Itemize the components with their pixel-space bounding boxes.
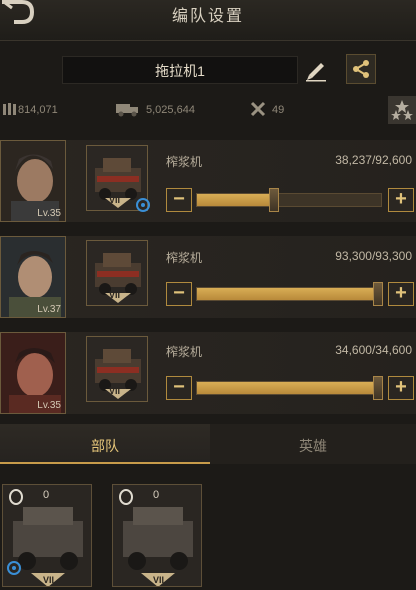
pencil-icon — [306, 63, 326, 82]
slider-thumb[interactable] — [373, 282, 383, 306]
slider-fill — [197, 382, 381, 394]
hero-portrait[interactable]: Lv.35 — [0, 140, 66, 222]
slider-thumb[interactable] — [269, 188, 279, 212]
vehicle-tier: VII — [109, 195, 121, 205]
vehicle-slot[interactable]: VII — [86, 336, 148, 402]
hero-portrait[interactable]: Lv.37 — [0, 236, 66, 318]
unit-count: 0 — [43, 489, 50, 501]
hero-level: Lv.37 — [37, 304, 61, 315]
tire-icon — [9, 489, 23, 505]
slider-thumb[interactable] — [373, 376, 383, 400]
unit-tier: VII — [43, 575, 55, 585]
troop-count: 34,600/34,600 — [335, 343, 412, 357]
slider-fill — [197, 288, 381, 300]
tire-icon — [119, 489, 133, 505]
rating-button[interactable] — [388, 96, 416, 124]
vehicle-tier: VII — [109, 290, 121, 300]
hero-level: Lv.35 — [37, 400, 61, 411]
unit-count: 0 — [153, 489, 160, 501]
gear-badge-icon — [7, 561, 21, 575]
troop-count: 38,237/92,600 — [335, 153, 412, 167]
capacity-value: 5,025,644 — [146, 104, 195, 116]
increase-button[interactable]: + — [388, 188, 414, 212]
tab-heroes-label: 英雄 — [299, 438, 327, 454]
tools-value: 49 — [272, 104, 285, 116]
troop-slider[interactable] — [196, 282, 383, 306]
increase-button[interactable]: + — [388, 282, 414, 306]
decrease-button[interactable]: − — [166, 376, 192, 400]
troop-count: 93,300/93,300 — [335, 249, 412, 263]
truck-icon — [116, 104, 138, 117]
unit-card[interactable]: 0 VII — [2, 484, 92, 587]
share-icon — [353, 60, 369, 78]
unit-card[interactable]: 0 VII — [112, 484, 202, 587]
hero-level: Lv.35 — [37, 208, 61, 219]
decrease-button[interactable]: − — [166, 188, 192, 212]
tab-troops-label: 部队 — [91, 438, 119, 454]
vehicle-name: 榨浆机 — [166, 251, 203, 265]
vehicle-name: 榨浆机 — [166, 345, 203, 359]
troop-slider[interactable] — [196, 376, 383, 400]
formation-name: 拖拉机1 — [155, 63, 205, 79]
power-value: 814,071 — [18, 104, 58, 116]
tools-icon — [250, 101, 266, 117]
edit-name-button[interactable] — [302, 56, 330, 82]
increase-button[interactable]: + — [388, 376, 414, 400]
slider-fill — [197, 194, 273, 206]
page-title: 编队设置 — [171, 8, 244, 25]
decrease-button[interactable]: − — [166, 282, 192, 306]
troops-icon — [3, 103, 16, 115]
share-button[interactable] — [346, 54, 376, 84]
vehicle-name: 榨浆机 — [166, 155, 203, 169]
vehicle-tier: VII — [109, 386, 121, 396]
vehicle-slot[interactable]: VII — [86, 240, 148, 306]
stars-icon — [391, 100, 413, 120]
unit-tier: VII — [153, 575, 165, 585]
gear-badge-icon — [136, 198, 150, 212]
troop-slider[interactable] — [196, 188, 382, 212]
hero-portrait[interactable]: Lv.35 — [0, 332, 66, 414]
